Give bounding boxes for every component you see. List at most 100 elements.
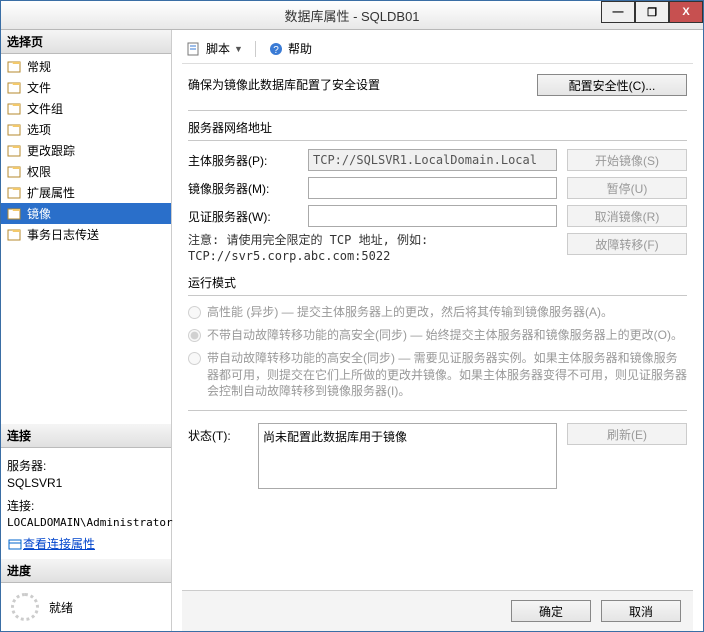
page-item-label: 选项 [27,121,51,138]
content-area: 确保为镜像此数据库配置了安全设置 配置安全性(C)... 服务器网络地址 主体服… [182,74,693,590]
page-item-label: 文件 [27,79,51,96]
progress-status: 就绪 [49,599,73,616]
progress-body: 就绪 [1,583,171,631]
right-column: 脚本 ▼ ? 帮助 确保为镜像此数据库配置了安全设置 配置安全性(C)... [172,30,703,631]
view-connection-properties-label: 查看连接属性 [23,536,95,553]
page-item-4[interactable]: 更改跟踪 [1,140,171,161]
script-button[interactable]: 脚本 ▼ [182,38,247,59]
mode-high-performance-radio [188,306,201,319]
connection-value: LOCALDOMAIN\Administrator [7,515,165,530]
script-dropdown-icon: ▼ [234,44,243,54]
status-row: 状态(T): 尚未配置此数据库用于镜像 刷新(E) [188,423,687,489]
ok-button[interactable]: 确定 [511,600,591,622]
principal-input[interactable] [308,149,557,171]
page-icon [7,186,23,200]
page-icon [7,102,23,116]
page-item-7[interactable]: 镜像 [1,203,171,224]
page-item-8[interactable]: 事务日志传送 [1,224,171,245]
page-item-5[interactable]: 权限 [1,161,171,182]
dialog-body: 选择页 常规文件文件组选项更改跟踪权限扩展属性镜像事务日志传送 连接 服务器: … [1,30,703,631]
page-item-0[interactable]: 常规 [1,56,171,77]
mode-high-safety-auto-failover-radio [188,352,201,365]
page-item-label: 扩展属性 [27,184,75,201]
window-title: 数据库属性 - SQLDB01 [1,6,703,25]
page-icon [7,144,23,158]
start-mirroring-button: 开始镜像(S) [567,149,687,171]
server-label: 服务器: [7,458,165,475]
mirror-label: 镜像服务器(M): [188,180,308,197]
toolbar: 脚本 ▼ ? 帮助 [182,36,693,64]
progress-spinner-icon [11,593,39,621]
pause-button: 暂停(U) [567,177,687,199]
progress-header: 进度 [1,559,171,583]
page-list: 常规文件文件组选项更改跟踪权限扩展属性镜像事务日志传送 [1,54,171,247]
page-item-label: 更改跟踪 [27,142,75,159]
mode-high-safety-no-failover-radio [188,329,201,342]
configure-security-button[interactable]: 配置安全性(C)... [537,74,687,96]
page-icon [7,165,23,179]
help-label: 帮助 [288,40,312,57]
titlebar: 数据库属性 - SQLDB01 — ❐ X [1,1,703,30]
status-box: 尚未配置此数据库用于镜像 [258,423,557,489]
intro-text: 确保为镜像此数据库配置了安全设置 [188,74,537,93]
mirror-row: 镜像服务器(M): 暂停(U) [188,177,687,199]
cancel-button[interactable]: 取消 [601,600,681,622]
mode-high-safety-no-failover-label: 不带自动故障转移功能的高安全(同步) — 始终提交主体服务器和镜像服务器上的更改… [207,327,687,344]
view-connection-properties-link[interactable]: 查看连接属性 [7,536,165,553]
minimize-button[interactable]: — [601,1,635,23]
help-button[interactable]: ? 帮助 [264,38,316,59]
connection-properties-icon [7,537,23,553]
witness-label: 见证服务器(W): [188,208,308,225]
refresh-button: 刷新(E) [567,423,687,445]
page-item-2[interactable]: 文件组 [1,98,171,119]
connection-label: 连接: [7,498,165,515]
select-pages-section: 选择页 常规文件文件组选项更改跟踪权限扩展属性镜像事务日志传送 [1,30,171,247]
mode-high-safety-no-failover-row: 不带自动故障转移功能的高安全(同步) — 始终提交主体服务器和镜像服务器上的更改… [188,327,687,344]
svg-text:?: ? [273,45,279,56]
script-label: 脚本 [206,40,230,57]
run-mode-title: 运行模式 [188,274,687,291]
left-column: 选择页 常规文件文件组选项更改跟踪权限扩展属性镜像事务日志传送 连接 服务器: … [1,30,172,631]
divider-1 [188,110,687,111]
mode-high-safety-auto-failover-label: 带自动故障转移功能的高安全(同步) — 需要见证服务器实例。如果主体服务器和镜像… [207,350,687,400]
dialog-window: 数据库属性 - SQLDB01 — ❐ X 选择页 常规文件文件组选项更改跟踪权… [0,0,704,632]
mode-high-performance-label: 高性能 (异步) — 提交主体服务器上的更改，然后将其传输到镜像服务器(A)。 [207,304,687,321]
divider-2 [188,140,687,141]
mirror-input[interactable] [308,177,557,199]
connection-header: 连接 [1,424,171,448]
page-icon [7,207,23,221]
page-icon [7,81,23,95]
page-item-6[interactable]: 扩展属性 [1,182,171,203]
connection-section: 连接 服务器: SQLSVR1 连接: LOCALDOMAIN\Administ… [1,424,171,559]
page-item-label: 权限 [27,163,51,180]
page-item-1[interactable]: 文件 [1,77,171,98]
divider-4 [188,410,687,411]
page-icon [7,123,23,137]
maximize-button[interactable]: ❐ [635,1,669,23]
failover-button: 故障转移(F) [567,233,687,255]
toolbar-separator [255,41,256,57]
witness-input[interactable] [308,205,557,227]
server-value: SQLSVR1 [7,475,165,492]
note-row: 注意: 请使用完全限定的 TCP 地址, 例如: TCP://svr5.corp… [188,233,687,264]
select-pages-header: 选择页 [1,30,171,54]
close-button[interactable]: X [669,1,703,23]
witness-row: 见证服务器(W): 取消镜像(R) [188,205,687,227]
help-icon: ? [268,41,284,57]
divider-3 [188,295,687,296]
page-item-label: 镜像 [27,205,51,222]
script-icon [186,41,202,57]
principal-row: 主体服务器(P): 开始镜像(S) [188,149,687,171]
remove-mirroring-button: 取消镜像(R) [567,205,687,227]
network-addresses-title: 服务器网络地址 [188,119,687,136]
page-item-3[interactable]: 选项 [1,119,171,140]
page-item-label: 文件组 [27,100,63,117]
mode-high-safety-auto-failover-row: 带自动故障转移功能的高安全(同步) — 需要见证服务器实例。如果主体服务器和镜像… [188,350,687,400]
window-controls: — ❐ X [601,1,703,23]
progress-section: 进度 就绪 [1,559,171,631]
mode-high-performance-row: 高性能 (异步) — 提交主体服务器上的更改，然后将其传输到镜像服务器(A)。 [188,304,687,321]
intro-row: 确保为镜像此数据库配置了安全设置 配置安全性(C)... [188,74,687,96]
page-item-label: 事务日志传送 [27,226,99,243]
dialog-footer: 确定 取消 [182,590,693,631]
note-text: 注意: 请使用完全限定的 TCP 地址, 例如: TCP://svr5.corp… [188,233,557,264]
